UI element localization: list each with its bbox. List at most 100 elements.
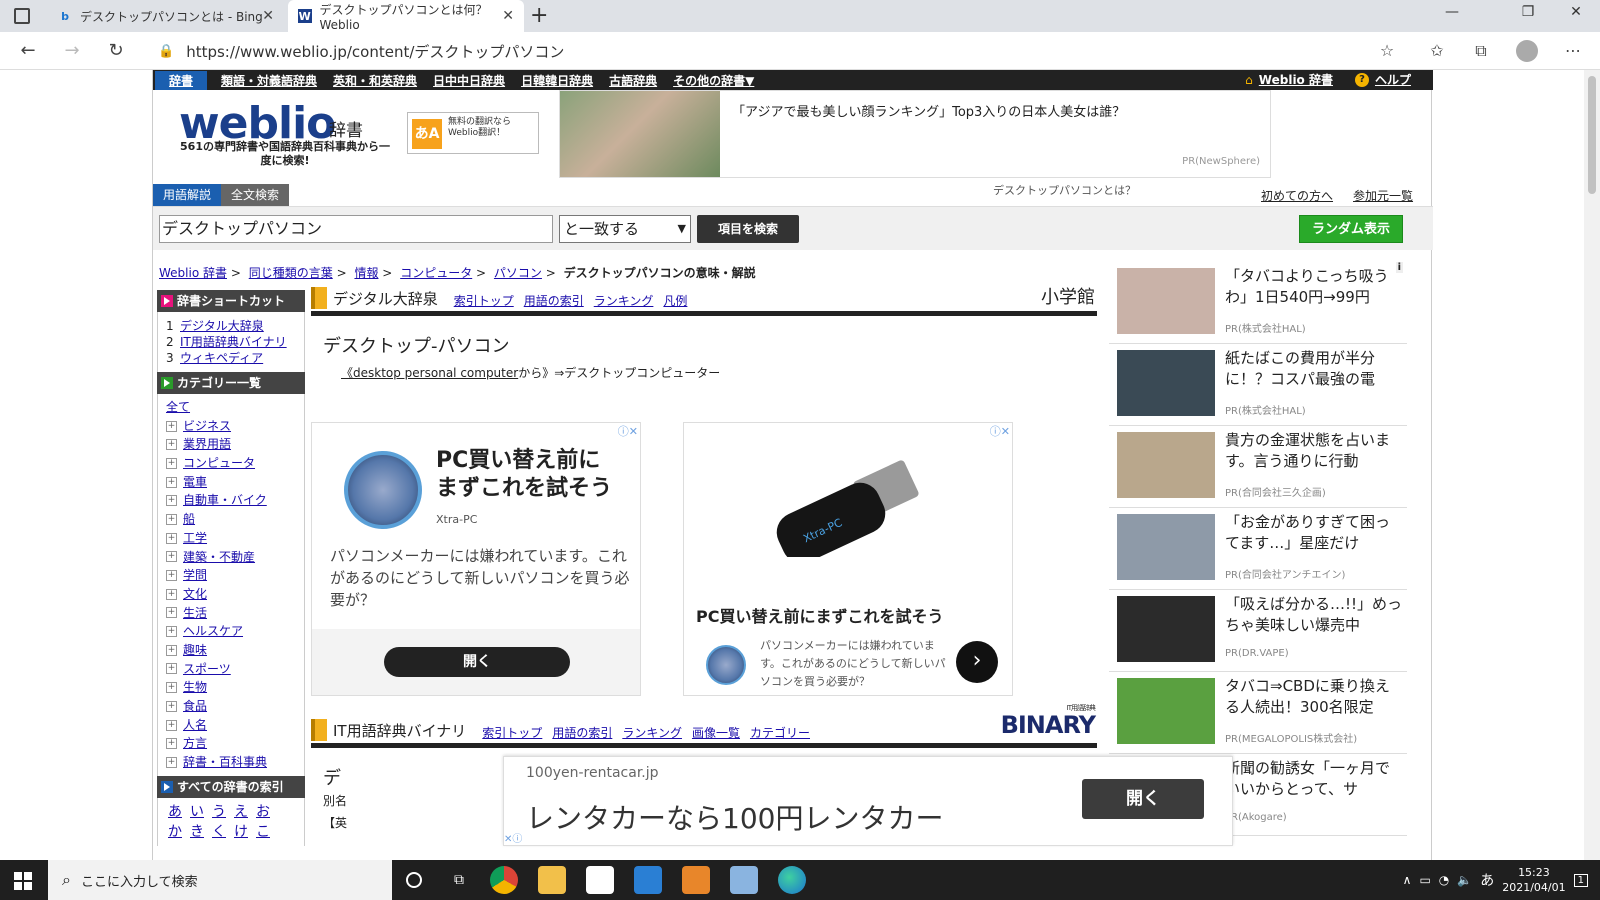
category-item[interactable]: + 自動車・バイク bbox=[166, 491, 296, 510]
more-menu-icon[interactable]: ⋯ bbox=[1562, 41, 1584, 60]
adchoices-icon[interactable]: ⓘ✕ bbox=[987, 423, 1012, 439]
kana-link[interactable]: こ bbox=[256, 822, 270, 842]
edge-icon[interactable] bbox=[778, 866, 806, 894]
expand-icon[interactable]: + bbox=[166, 570, 177, 582]
beginners-link[interactable]: 初めての方へ bbox=[1261, 187, 1333, 204]
expand-icon[interactable]: + bbox=[166, 663, 177, 675]
category-item[interactable]: + 方言 bbox=[166, 734, 296, 753]
top-ad[interactable]: 「アジアで最も美しい顔ランキング」Top3入りの日本人美女は誰？ PR(NewS… bbox=[559, 90, 1271, 178]
windows-start-icon[interactable] bbox=[14, 872, 32, 890]
ad-card-1[interactable]: ⓘ✕ PC買い替え前に まずこれを試そう Xtra-PC パソコンメーカーには嫌わ… bbox=[311, 422, 641, 696]
ad-card-2[interactable]: ⓘ✕ Xtra-PC PC買い替え前にまずこれを試そう パソコンメーカーには嫌わ… bbox=[683, 422, 1013, 696]
category-link[interactable]: 工学 bbox=[183, 529, 207, 548]
expand-icon[interactable]: + bbox=[166, 682, 177, 694]
home-link[interactable]: Weblio 辞書 bbox=[1259, 71, 1333, 88]
banner-open-button[interactable]: 開く bbox=[1082, 779, 1204, 819]
breadcrumb-link[interactable]: コンピュータ bbox=[400, 266, 472, 280]
expand-icon[interactable]: + bbox=[166, 532, 177, 544]
kana-link[interactable]: い bbox=[190, 802, 204, 822]
maximize-icon[interactable]: ❐ bbox=[1508, 4, 1548, 28]
mail-icon[interactable] bbox=[634, 866, 662, 894]
dict-link[interactable]: 用語の索引 bbox=[552, 724, 612, 741]
ad-open-button[interactable]: 開く bbox=[384, 647, 570, 677]
breadcrumb-link[interactable]: パソコン bbox=[494, 266, 542, 280]
category-link[interactable]: 人名 bbox=[183, 716, 207, 735]
page-scrollbar[interactable] bbox=[1584, 70, 1600, 860]
shortcut-item[interactable]: 1 デジタル大辞泉 bbox=[166, 318, 296, 334]
category-link[interactable]: 方言 bbox=[183, 734, 207, 753]
help-link[interactable]: ヘルプ bbox=[1375, 71, 1411, 88]
store-icon[interactable] bbox=[586, 866, 614, 894]
breadcrumb-link[interactable]: 情報 bbox=[354, 266, 378, 280]
category-item[interactable]: + 文化 bbox=[166, 585, 296, 604]
expand-icon[interactable]: + bbox=[166, 457, 177, 469]
category-item[interactable]: + 電車 bbox=[166, 473, 296, 492]
category-link[interactable]: 趣味 bbox=[183, 641, 207, 660]
nav-chinese[interactable]: 日中中日辞典 bbox=[433, 72, 505, 89]
category-link[interactable]: 文化 bbox=[183, 585, 207, 604]
photos-icon[interactable] bbox=[730, 866, 758, 894]
category-item[interactable]: + 業界用語 bbox=[166, 435, 296, 454]
breadcrumb-link[interactable]: 同じ種類の言葉 bbox=[249, 266, 333, 280]
category-item[interactable]: + 人名 bbox=[166, 716, 296, 735]
tab-fulltext[interactable]: 全文検索 bbox=[221, 184, 290, 206]
battery-icon[interactable]: ▭ bbox=[1419, 873, 1430, 887]
match-select[interactable]: と一致する ▼ bbox=[559, 215, 691, 243]
kana-link[interactable]: お bbox=[256, 802, 270, 822]
category-link[interactable]: 船 bbox=[183, 510, 195, 529]
category-link[interactable]: 全て bbox=[166, 398, 190, 417]
definition-link[interactable]: 《desktop personal computer bbox=[341, 366, 518, 380]
shortcut-link[interactable]: デジタル大辞泉 bbox=[180, 319, 264, 333]
expand-icon[interactable]: + bbox=[166, 700, 177, 712]
expand-icon[interactable]: + bbox=[166, 439, 177, 451]
right-ad-item[interactable]: 紙たばこの費用が半分に！？コスパ最強の電 PR(株式会社HAL) bbox=[1109, 344, 1407, 426]
notification-icon[interactable]: 1 bbox=[1573, 873, 1588, 887]
nav-thesaurus[interactable]: 類語・対義語辞典 bbox=[221, 72, 317, 89]
shortcut-item[interactable]: 2 IT用語辞典バイナリ bbox=[166, 334, 296, 350]
category-item[interactable]: + 趣味 bbox=[166, 641, 296, 660]
dict-link[interactable]: ランキング bbox=[622, 724, 682, 741]
close-tab-icon[interactable]: ✕ bbox=[262, 8, 274, 24]
dict-link[interactable]: 索引トップ bbox=[454, 292, 514, 309]
expand-icon[interactable]: + bbox=[166, 607, 177, 619]
category-item[interactable]: + スポーツ bbox=[166, 660, 296, 679]
search-input[interactable]: デスクトップパソコン bbox=[159, 215, 553, 243]
dict-link[interactable]: 凡例 bbox=[663, 292, 687, 309]
shortcut-link[interactable]: ウィキペディア bbox=[180, 351, 263, 365]
right-ad-item[interactable]: 「吸えば分かる…!!」めっちゃ美味しい爆売中 PR(DR.VAPE) bbox=[1109, 590, 1407, 672]
right-ad-item[interactable]: 「タバコよりこっち吸うわ」1日540円→99円 PR(株式会社HAL) bbox=[1109, 262, 1407, 344]
category-item[interactable]: + 建築・不動産 bbox=[166, 548, 296, 567]
category-link[interactable]: 食品 bbox=[183, 697, 207, 716]
expand-icon[interactable]: + bbox=[166, 420, 177, 432]
right-ad-item[interactable]: 貴方の金運状態を占います。言う通りに行動 PR(合同会社三久企画) bbox=[1109, 426, 1407, 508]
expand-icon[interactable]: + bbox=[166, 719, 177, 731]
kana-link[interactable]: き bbox=[190, 822, 204, 842]
scrollbar-thumb[interactable] bbox=[1588, 76, 1596, 194]
expand-icon[interactable]: + bbox=[166, 644, 177, 656]
search-button[interactable]: 項目を検索 bbox=[697, 215, 799, 243]
category-link[interactable]: 学問 bbox=[183, 566, 207, 585]
category-item[interactable]: + 辞書・百科事典 bbox=[166, 753, 296, 772]
adchoices-icon[interactable]: ✕ⓘ bbox=[504, 830, 523, 845]
back-icon[interactable]: ← bbox=[16, 40, 40, 61]
new-tab-button[interactable]: + bbox=[530, 3, 548, 28]
category-link[interactable]: 電車 bbox=[183, 473, 207, 492]
collections-icon[interactable]: ⧉ bbox=[1470, 41, 1492, 61]
reload-icon[interactable]: ↻ bbox=[104, 40, 128, 61]
translate-ad[interactable]: あA 無料の翻訳なら Weblio翻訳！ bbox=[407, 112, 539, 154]
expand-icon[interactable]: + bbox=[166, 513, 177, 525]
ad-arrow-button[interactable]: › bbox=[956, 641, 998, 683]
category-link[interactable]: 生活 bbox=[183, 604, 207, 623]
close-tab-icon[interactable]: ✕ bbox=[502, 8, 514, 24]
nav-korean[interactable]: 日韓韓日辞典 bbox=[521, 72, 593, 89]
category-link[interactable]: 建築・不動産 bbox=[183, 548, 255, 567]
right-ad-item[interactable]: 「お金がありすぎて困ってます…」星座だけ PR(合同会社アンチエイン) bbox=[1109, 508, 1407, 590]
shortcut-item[interactable]: 3 ウィキペディア bbox=[166, 350, 296, 366]
kana-link[interactable]: え bbox=[234, 802, 248, 822]
task-view-icon[interactable]: ⧉ bbox=[454, 872, 464, 888]
shortcut-link[interactable]: IT用語辞典バイナリ bbox=[180, 335, 287, 349]
kana-link[interactable]: あ bbox=[168, 802, 182, 822]
dict-link[interactable]: ランキング bbox=[594, 292, 654, 309]
chrome-icon[interactable] bbox=[490, 866, 518, 894]
category-item[interactable]: + コンピュータ bbox=[166, 454, 296, 473]
